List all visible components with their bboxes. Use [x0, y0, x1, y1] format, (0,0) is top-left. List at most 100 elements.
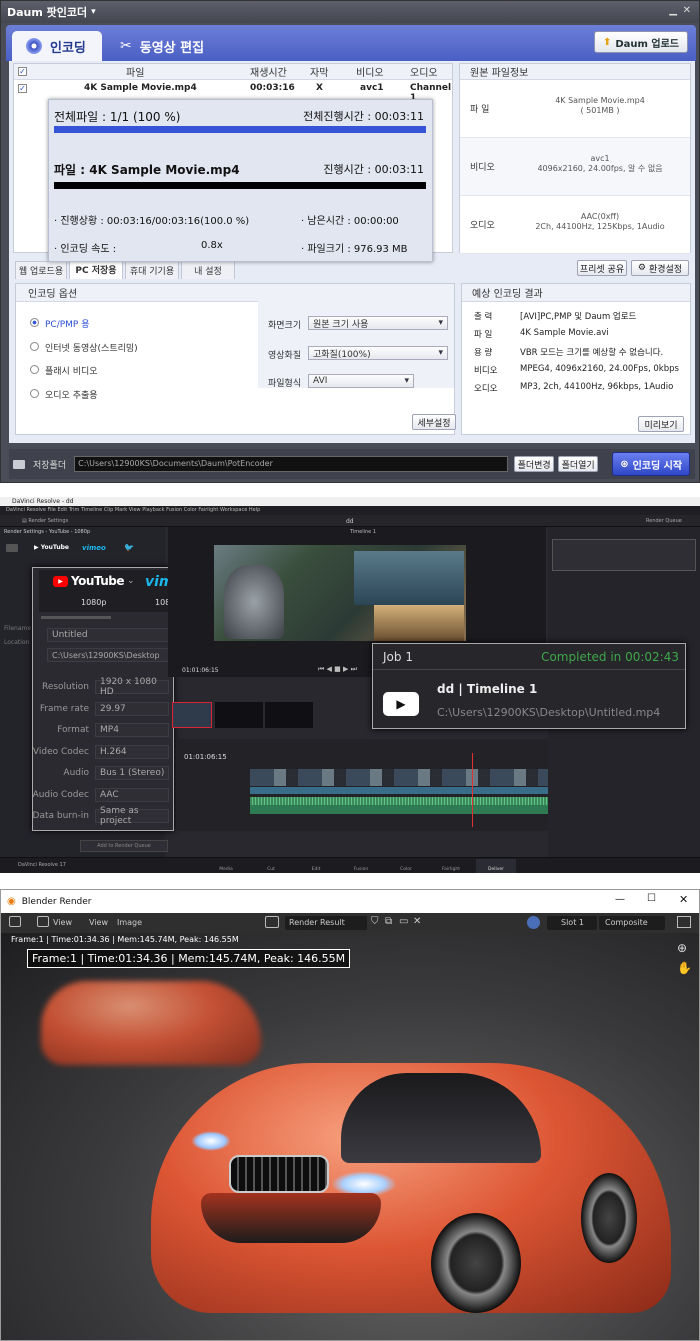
col-file[interactable]: 파일	[126, 64, 144, 79]
render-result-field[interactable]: Render Result	[285, 916, 367, 930]
col-audio[interactable]: 오디오	[410, 64, 438, 79]
slot-select[interactable]: Slot 1	[547, 916, 597, 930]
save-folder-label: 저장폴더	[33, 460, 67, 471]
display-channels-icon[interactable]	[527, 916, 540, 929]
editor-type-icon[interactable]	[9, 916, 21, 927]
tab-pc-save[interactable]: PC 저장용	[69, 259, 123, 279]
save-path-field[interactable]: C:\Users\12900KS\Documents\Daum\PotEncod…	[74, 456, 509, 472]
screen-size-select[interactable]: 원본 크기 사용	[308, 316, 448, 330]
add-to-render-queue-button[interactable]: Add to Render Queue	[80, 840, 168, 852]
total-files-text: 전체파일 : 1/1 (100 %)	[54, 110, 181, 124]
tab-edit[interactable]: ✂ 동영상 편집	[106, 31, 218, 61]
expected-result-label: 파 일	[474, 330, 493, 340]
twitter-icon[interactable]: 🐦	[124, 543, 134, 552]
vimeo-small-icon[interactable]: vimeo	[82, 544, 106, 552]
copy-icon[interactable]: ⧉	[385, 916, 392, 927]
select-all-checkbox[interactable]: ✓	[18, 67, 27, 76]
youtube-dropdown-icon[interactable]: ⌄	[127, 576, 135, 586]
render-setting-value[interactable]: AAC	[95, 787, 169, 802]
page-tab-fairlight[interactable]: Fairlight	[431, 859, 471, 873]
youtube-small-icon[interactable]: ▶ YouTube	[34, 544, 69, 551]
title-dropdown-icon[interactable]: ▾	[91, 7, 96, 17]
location-field[interactable]: C:\Users\12900KS\Desktop	[47, 648, 169, 662]
page-tab-cut[interactable]: Cut	[251, 859, 291, 873]
close-image-icon[interactable]: ✕	[413, 916, 421, 927]
zoom-icon[interactable]: ⊕	[677, 941, 687, 955]
radio-streaming[interactable]: 인터넷 동영상(스트리밍)	[30, 338, 138, 362]
render-setting-value[interactable]: MP4	[95, 723, 169, 737]
detail-settings-button[interactable]: 세부설정	[412, 414, 456, 430]
source-info-value: 4K Sample Movie.mp4 ( 501MB )	[555, 96, 645, 115]
resolve-toolbar: ▤ Render Settings dd Render Queue	[0, 515, 700, 527]
tab-my-settings[interactable]: 내 설정	[181, 261, 235, 279]
menu-view-1[interactable]: View	[53, 918, 72, 927]
render-setting-value[interactable]: Same as project	[95, 806, 169, 826]
minimize-icon[interactable]: ▁	[669, 5, 677, 16]
tab-encode[interactable]: 인코딩	[12, 31, 102, 61]
render-setting-value[interactable]: Bus 1 (Stereo)	[95, 766, 169, 780]
col-video[interactable]: 비디오	[356, 64, 384, 79]
preset-res-1: 1080p	[81, 598, 107, 607]
radio-audio-extract[interactable]: 오디오 추출용	[30, 385, 138, 409]
env-settings-label: 환경설정	[648, 264, 683, 275]
composite-select[interactable]: Composite	[599, 916, 665, 930]
page-tab-deliver[interactable]: Deliver	[476, 859, 516, 873]
quality-select[interactable]: 고화질(100%)	[308, 346, 448, 360]
row-checkbox[interactable]: ✓	[18, 84, 27, 93]
maximize-icon[interactable]: ☐	[647, 893, 656, 904]
image-browse-icon[interactable]	[265, 916, 279, 928]
transport-controls[interactable]: ⏮ ◀ ■ ▶ ⏭	[318, 665, 357, 674]
render-job-small[interactable]	[552, 539, 696, 571]
radio-flash[interactable]: 플래시 비디오	[30, 361, 138, 385]
hand-pan-icon[interactable]: ✋	[677, 961, 692, 975]
page-tab-media[interactable]: Media	[206, 859, 246, 873]
daum-upload-button[interactable]: ⬆ Daum 업로드	[593, 31, 688, 53]
menu-image[interactable]: Image	[117, 918, 142, 927]
folder-icon[interactable]: ▭	[399, 916, 408, 927]
shield-icon[interactable]: ⛉	[371, 916, 379, 927]
resolve-menubar[interactable]: DaVinci Resolve File Edit Trim Timeline …	[0, 506, 700, 515]
close-icon[interactable]: ✕	[683, 5, 691, 16]
render-settings-toggle[interactable]: ▤ Render Settings	[22, 518, 68, 524]
render-queue-toggle[interactable]: Render Queue	[646, 518, 682, 524]
page-tab-color[interactable]: Color	[386, 859, 426, 873]
page-tab-edit[interactable]: Edit	[296, 859, 336, 873]
format-select[interactable]: AVI	[308, 374, 414, 388]
start-encode-button[interactable]: ⊛ 인코딩 시작	[612, 452, 691, 476]
video-edit-icon: ✂	[120, 38, 132, 54]
clip-thumbnail[interactable]	[265, 702, 313, 728]
render-setting-value[interactable]: 1920 x 1080 HD	[95, 677, 169, 697]
col-subtitle[interactable]: 자막	[310, 64, 328, 79]
project-name: dd	[346, 518, 354, 525]
env-settings-button[interactable]: ⚙ 환경설정	[631, 260, 689, 276]
menu-view-2[interactable]: View	[89, 918, 108, 927]
preview-button[interactable]: 미리보기	[638, 416, 684, 432]
render-setting-value[interactable]: 29.97	[95, 701, 169, 716]
preset-share-button[interactable]: 프리셋 공유	[577, 260, 627, 276]
col-duration[interactable]: 재생시간	[250, 64, 287, 79]
close-icon[interactable]: ✕	[679, 893, 688, 906]
source-info-label: 오디오	[470, 221, 495, 231]
mode-icon[interactable]	[37, 916, 49, 927]
clip-thumbnails	[172, 702, 313, 730]
view-options-icon[interactable]	[677, 916, 691, 928]
page-tab-fusion[interactable]: Fusion	[341, 859, 381, 873]
youtube-preset[interactable]: ▶ YouTube ⌄	[53, 572, 135, 590]
filename-field[interactable]: Untitled	[47, 628, 169, 642]
change-folder-button[interactable]: 폴더변경	[514, 456, 555, 472]
preset-scrollbar[interactable]	[41, 616, 111, 619]
expected-result-value: MPEG4, 4096x2160, 24.00Fps, 0kbps	[520, 364, 679, 374]
radio-pc-pmp[interactable]: PC/PMP 용	[30, 314, 138, 338]
custom-preset-icon[interactable]	[6, 544, 18, 552]
tab-mobile[interactable]: 휴대 기기용	[125, 261, 179, 279]
playhead[interactable]	[472, 753, 473, 827]
minimize-icon[interactable]: —	[615, 894, 625, 905]
tab-web-upload[interactable]: 웹 업로드용	[15, 261, 67, 279]
status-text: · 진행상황 : 00:03:16/00:03:16(100.0 %)	[54, 216, 250, 227]
open-folder-button[interactable]: 폴더열기	[558, 456, 599, 472]
table-row[interactable]: ✓ 4K Sample Movie.mp4 00:03:16 X avc1 Ch…	[14, 80, 452, 103]
clip-thumbnail[interactable]	[172, 702, 212, 728]
render-job-card[interactable]: Job 1 Completed in 00:02:43 ▶ dd | Timel…	[372, 643, 686, 729]
render-setting-value[interactable]: H.264	[95, 744, 169, 759]
clip-thumbnail[interactable]	[215, 702, 263, 728]
